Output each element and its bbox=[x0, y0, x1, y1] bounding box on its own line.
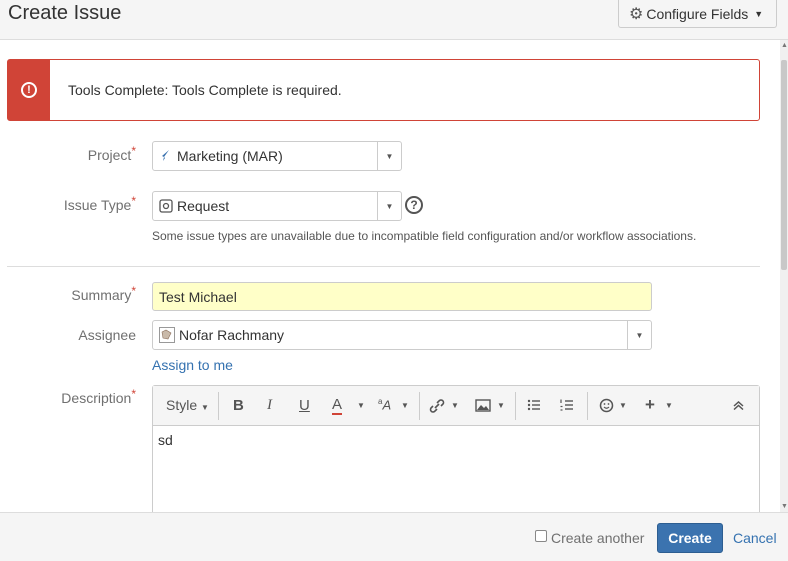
emoticon-icon[interactable] bbox=[599, 398, 614, 413]
summary-label: Summary* bbox=[71, 284, 136, 303]
assign-to-me-link[interactable]: Assign to me bbox=[152, 357, 233, 373]
text-color-button[interactable]: A bbox=[332, 397, 343, 415]
help-icon[interactable]: ? bbox=[405, 196, 423, 214]
scroll-down-icon[interactable]: ▼ bbox=[781, 503, 788, 510]
required-marker: * bbox=[131, 144, 136, 158]
project-label: Project* bbox=[87, 144, 136, 163]
toolbar-separator bbox=[419, 392, 420, 420]
avatar bbox=[159, 327, 175, 343]
error-text: Tools Complete: Tools Complete is requir… bbox=[68, 82, 342, 98]
create-another-checkbox[interactable] bbox=[535, 530, 547, 542]
cancel-link[interactable]: Cancel bbox=[733, 530, 777, 546]
bold-button[interactable]: B bbox=[233, 397, 244, 414]
issue-type-select[interactable]: Request ▼ bbox=[152, 191, 402, 221]
required-marker: * bbox=[131, 194, 136, 208]
editor-toolbar: Style ▼ B I U A ▼ aA ▼ ▼ ▼ ▼ + ▼ bbox=[153, 386, 759, 426]
chevron-down-icon[interactable]: ▼ bbox=[357, 401, 365, 410]
required-marker: * bbox=[131, 284, 136, 298]
create-button[interactable]: Create bbox=[657, 523, 723, 553]
underline-button[interactable]: U bbox=[299, 397, 310, 414]
scrollbar-thumb[interactable] bbox=[781, 60, 787, 270]
chevron-down-icon[interactable]: ▼ bbox=[451, 401, 459, 410]
toolbar-separator bbox=[587, 392, 588, 420]
italic-button[interactable]: I bbox=[267, 397, 272, 414]
issue-type-value: Request bbox=[177, 198, 230, 214]
chevron-down-icon: ▼ bbox=[754, 8, 764, 19]
chevron-down-icon[interactable]: ▼ bbox=[401, 401, 409, 410]
dialog-title: Create Issue bbox=[8, 2, 122, 24]
rocket-icon bbox=[162, 150, 169, 161]
image-icon[interactable] bbox=[475, 399, 491, 412]
project-value: Marketing (MAR) bbox=[177, 148, 283, 164]
chevron-down-icon[interactable]: ▼ bbox=[497, 401, 505, 410]
chevron-down-icon: ▼ bbox=[201, 403, 209, 412]
text-format-icon[interactable]: aA bbox=[378, 397, 391, 412]
scrollbar[interactable]: ▲ ▼ bbox=[780, 40, 788, 512]
issue-type-label: Issue Type* bbox=[63, 194, 136, 213]
scroll-up-icon[interactable]: ▲ bbox=[781, 42, 788, 49]
summary-input[interactable] bbox=[152, 282, 652, 311]
assignee-label: Assignee bbox=[78, 327, 136, 343]
link-icon[interactable] bbox=[429, 399, 445, 413]
assignee-select[interactable]: Nofar Rachmany ▼ bbox=[152, 320, 652, 350]
description-editor[interactable]: Style ▼ B I U A ▼ aA ▼ ▼ ▼ ▼ + ▼ sd bbox=[152, 385, 760, 525]
chevron-down-icon[interactable]: ▼ bbox=[619, 401, 627, 410]
description-label: Description* bbox=[61, 387, 136, 406]
issue-type-note: Some issue types are unavailable due to … bbox=[152, 229, 697, 243]
request-icon bbox=[159, 199, 173, 213]
collapse-toolbar-icon[interactable] bbox=[733, 401, 744, 410]
configure-fields-label: Configure Fields bbox=[646, 5, 749, 22]
create-another-label[interactable]: Create another bbox=[551, 530, 644, 546]
style-dropdown[interactable]: Style ▼ bbox=[166, 397, 209, 413]
required-marker: * bbox=[131, 387, 136, 401]
numbered-list-icon[interactable] bbox=[560, 399, 574, 411]
toolbar-separator bbox=[515, 392, 516, 420]
error-bar: ! bbox=[8, 60, 50, 120]
description-text[interactable]: sd bbox=[158, 432, 173, 448]
chevron-down-icon[interactable]: ▼ bbox=[627, 321, 651, 349]
project-select[interactable]: Marketing (MAR) ▼ bbox=[152, 141, 402, 171]
chevron-down-icon[interactable]: ▼ bbox=[665, 401, 673, 410]
assignee-value: Nofar Rachmany bbox=[179, 327, 285, 343]
chevron-down-icon[interactable]: ▼ bbox=[377, 142, 401, 170]
error-icon: ! bbox=[21, 82, 37, 98]
divider bbox=[7, 266, 760, 267]
toolbar-separator bbox=[218, 392, 219, 420]
error-message: ! Tools Complete: Tools Complete is requ… bbox=[7, 59, 760, 121]
gear-icon: ⚙ bbox=[629, 5, 644, 23]
configure-fields-button[interactable]: ⚙ Configure Fields ▼ bbox=[618, 0, 777, 28]
bullet-list-icon[interactable] bbox=[527, 399, 541, 411]
chevron-down-icon[interactable]: ▼ bbox=[377, 192, 401, 220]
plus-icon[interactable]: + bbox=[645, 395, 655, 415]
dialog-header: Create Issue ⚙ Configure Fields ▼ bbox=[0, 0, 788, 40]
